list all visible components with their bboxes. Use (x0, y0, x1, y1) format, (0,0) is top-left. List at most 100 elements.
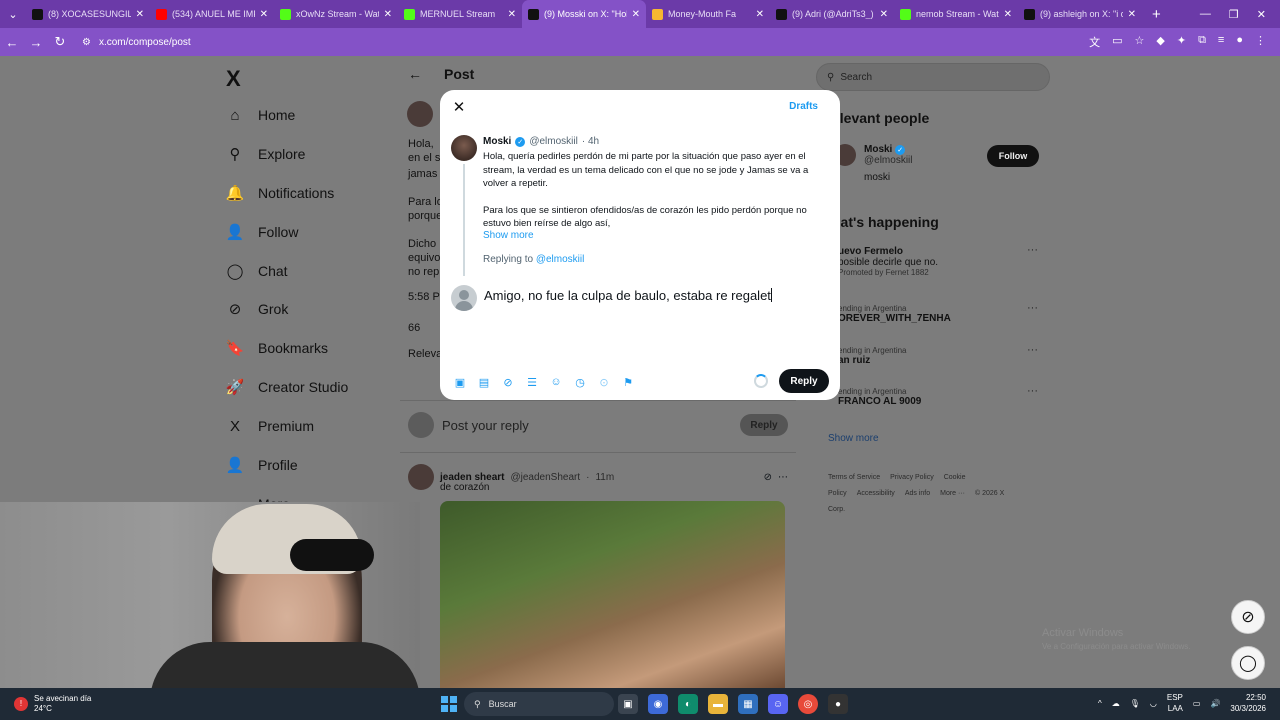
trend-more-icon[interactable]: ··· (1027, 244, 1038, 256)
battery-icon[interactable]: ▭ (1193, 699, 1201, 708)
bookmark-star-icon[interactable]: ☆ (1135, 34, 1145, 50)
tab-title[interactable]: (9) Mosski on X: "Hola (544, 9, 627, 19)
person-name[interactable]: Moski (864, 144, 892, 155)
trend-item[interactable]: uevo Fermelo posible decirle que no. Promo… (838, 246, 938, 277)
inline-reply-button[interactable]: Reply (740, 414, 788, 436)
trend-name[interactable]: OREVER_WITH_7ENHA (838, 313, 951, 324)
task-view-icon[interactable]: ▣ (618, 694, 638, 714)
sidebar-item-creator-studio[interactable]: 🚀 Creator Studio (226, 378, 349, 396)
drafts-button[interactable]: Drafts (789, 101, 818, 112)
sidebar-item-profile[interactable]: 👤 Profile (226, 456, 298, 474)
sidebar-item-follow[interactable]: 👤 Follow (226, 223, 299, 241)
media-icon[interactable]: ≡ (1218, 34, 1224, 50)
trends-show-more-link[interactable]: Show more (828, 433, 879, 444)
reply-submit-button[interactable]: Reply (779, 369, 829, 393)
browser-tab[interactable]: (9) Adri (@AdriTs3_) ✕ (770, 0, 894, 28)
tweet-author-name[interactable]: jeaden sheart (440, 472, 504, 483)
footer-link[interactable]: Ads info (905, 490, 930, 497)
copilot-icon[interactable]: ◉ (648, 694, 668, 714)
profile-avatar-icon[interactable]: ● (1236, 34, 1243, 50)
tab-title[interactable]: nemob Stream - Wat (916, 9, 999, 19)
tab-close-icon[interactable]: ✕ (1004, 9, 1012, 20)
close-window-icon[interactable]: ✕ (1257, 8, 1266, 21)
tab-close-icon[interactable]: ✕ (880, 9, 888, 20)
original-author-avatar[interactable] (451, 135, 477, 161)
new-tab-button[interactable]: + (1142, 6, 1171, 23)
search-input[interactable]: ⚲ Search (816, 63, 1050, 91)
browser-tab[interactable]: nemob Stream - Wat ✕ (894, 0, 1018, 28)
footer-link[interactable]: Terms of Service (828, 474, 880, 481)
tab-close-icon[interactable]: ✕ (136, 9, 144, 20)
forward-icon[interactable]: → (24, 35, 48, 50)
weather-widget[interactable]: ! Se avecinan día 24°C (0, 694, 91, 714)
replying-to-handle[interactable]: @elmoskiil (536, 254, 585, 265)
trend-more-icon[interactable]: ··· (1027, 385, 1038, 397)
language-indicator[interactable]: ESP LAA (1167, 692, 1183, 714)
tab-close-icon[interactable]: ✕ (508, 9, 516, 20)
post-author-avatar[interactable] (407, 101, 433, 127)
browser-tab[interactable]: xOwNz Stream - Wat ✕ (274, 0, 398, 28)
tweet-media-image[interactable] (440, 501, 785, 688)
my-avatar[interactable] (451, 285, 477, 311)
url-text[interactable]: x.com/compose/post (99, 37, 191, 48)
image-icon[interactable]: ▣ (453, 375, 467, 389)
restore-icon[interactable]: ❐ (1229, 8, 1239, 21)
location-icon[interactable]: ⊙ (597, 375, 611, 389)
tab-title[interactable]: (9) Adri (@AdriTs3_) (792, 9, 875, 19)
browser-tab[interactable]: (9) ashleigh on X: "i d ✕ (1018, 0, 1142, 28)
grok-explain-icon[interactable]: ⊘ (764, 472, 772, 483)
follow-button[interactable]: Follow (987, 145, 1039, 167)
file-explorer-icon[interactable]: ▬ (708, 694, 728, 714)
sidebar-item-bookmarks[interactable]: 🔖 Bookmarks (226, 339, 328, 357)
sidebar-item-premium[interactable]: X Premium (226, 417, 314, 435)
tab-close-icon[interactable]: ✕ (384, 9, 392, 20)
translate-icon[interactable]: 文 (1089, 34, 1100, 50)
kebab-menu-icon[interactable]: ⋮ (1255, 34, 1266, 50)
tab-title[interactable]: (9) ashleigh on X: "i d (1040, 9, 1123, 19)
trend-name[interactable]: uevo Fermelo (838, 246, 938, 257)
extension-icon[interactable]: ◆ (1156, 34, 1164, 50)
site-info-icon[interactable]: ⚙ (82, 37, 91, 48)
footer-link[interactable]: More ··· (940, 490, 965, 497)
reply-tweet[interactable]: jeaden sheart @jeadenSheart · 11m ⊘ ⋯ de… (408, 464, 788, 493)
trend-item[interactable]: ending in Argentina OREVER_WITH_7ENHA (838, 304, 951, 324)
tab-title[interactable]: xOwNz Stream - Wat (296, 9, 379, 19)
reload-icon[interactable]: ↻ (48, 34, 72, 50)
poll-icon[interactable]: ☰ (525, 375, 539, 389)
store-icon[interactable]: ▦ (738, 694, 758, 714)
edge-icon[interactable]: ◐ (678, 694, 698, 714)
tab-close-icon[interactable]: ✕ (632, 9, 640, 20)
tab-close-icon[interactable]: ✕ (756, 9, 764, 20)
relevant-person[interactable]: Moski ✓ @elmoskiil moski (834, 144, 913, 183)
gif-icon[interactable]: ▤ (477, 375, 491, 389)
avatar[interactable] (408, 464, 434, 490)
x-logo[interactable]: X (226, 66, 241, 92)
browser-tab[interactable]: (9) Mosski on X: "Hola ✕ (522, 0, 646, 28)
tab-close-icon[interactable]: ✕ (260, 9, 268, 20)
discord-icon[interactable]: ☺ (768, 694, 788, 714)
trend-item[interactable]: ending in Argentina FRANCO AL 9009 (838, 387, 921, 407)
browser-tab[interactable]: Money-Mouth Fa ✕ (646, 0, 770, 28)
sidebar-item-notifications[interactable]: 🔔 Notifications (226, 184, 335, 202)
schedule-icon[interactable]: ◷ (573, 375, 587, 389)
sidebar-item-home[interactable]: ⌂ Home (226, 106, 295, 124)
taskbar-search[interactable]: ⚲ Buscar (464, 692, 614, 716)
clock[interactable]: 22:50 30/3/2026 (1230, 692, 1266, 714)
back-icon[interactable]: ← (0, 35, 24, 50)
sidebar-item-chat[interactable]: ◯ Chat (226, 262, 288, 280)
compose-textarea[interactable]: Amigo, no fue la culpa de baulo, estaba … (484, 288, 824, 303)
flag-icon[interactable]: ⚑ (621, 375, 635, 389)
tab-title[interactable]: (534) ANUEL ME IMP (172, 9, 255, 19)
compose-text[interactable]: Amigo, no fue la culpa de baulo, estaba … (484, 288, 771, 303)
tab-title[interactable]: (8) XOCASESUNGIL ( (48, 9, 131, 19)
grok-tool-icon[interactable]: ⊘ (501, 375, 515, 389)
close-icon[interactable]: ✕ (450, 98, 468, 116)
reply-placeholder[interactable]: Post your reply (442, 418, 732, 433)
trend-item[interactable]: ending in Argentina an ruiz (838, 346, 907, 366)
footer-link[interactable]: Accessibility (857, 490, 895, 497)
network-icon[interactable]: ☁ (1112, 699, 1120, 708)
wifi-icon[interactable]: ◡ (1150, 699, 1157, 708)
tab-close-icon[interactable]: ✕ (1128, 9, 1136, 20)
minimize-icon[interactable]: — (1200, 8, 1211, 21)
chat-fab-icon[interactable]: ◯ (1231, 646, 1265, 680)
